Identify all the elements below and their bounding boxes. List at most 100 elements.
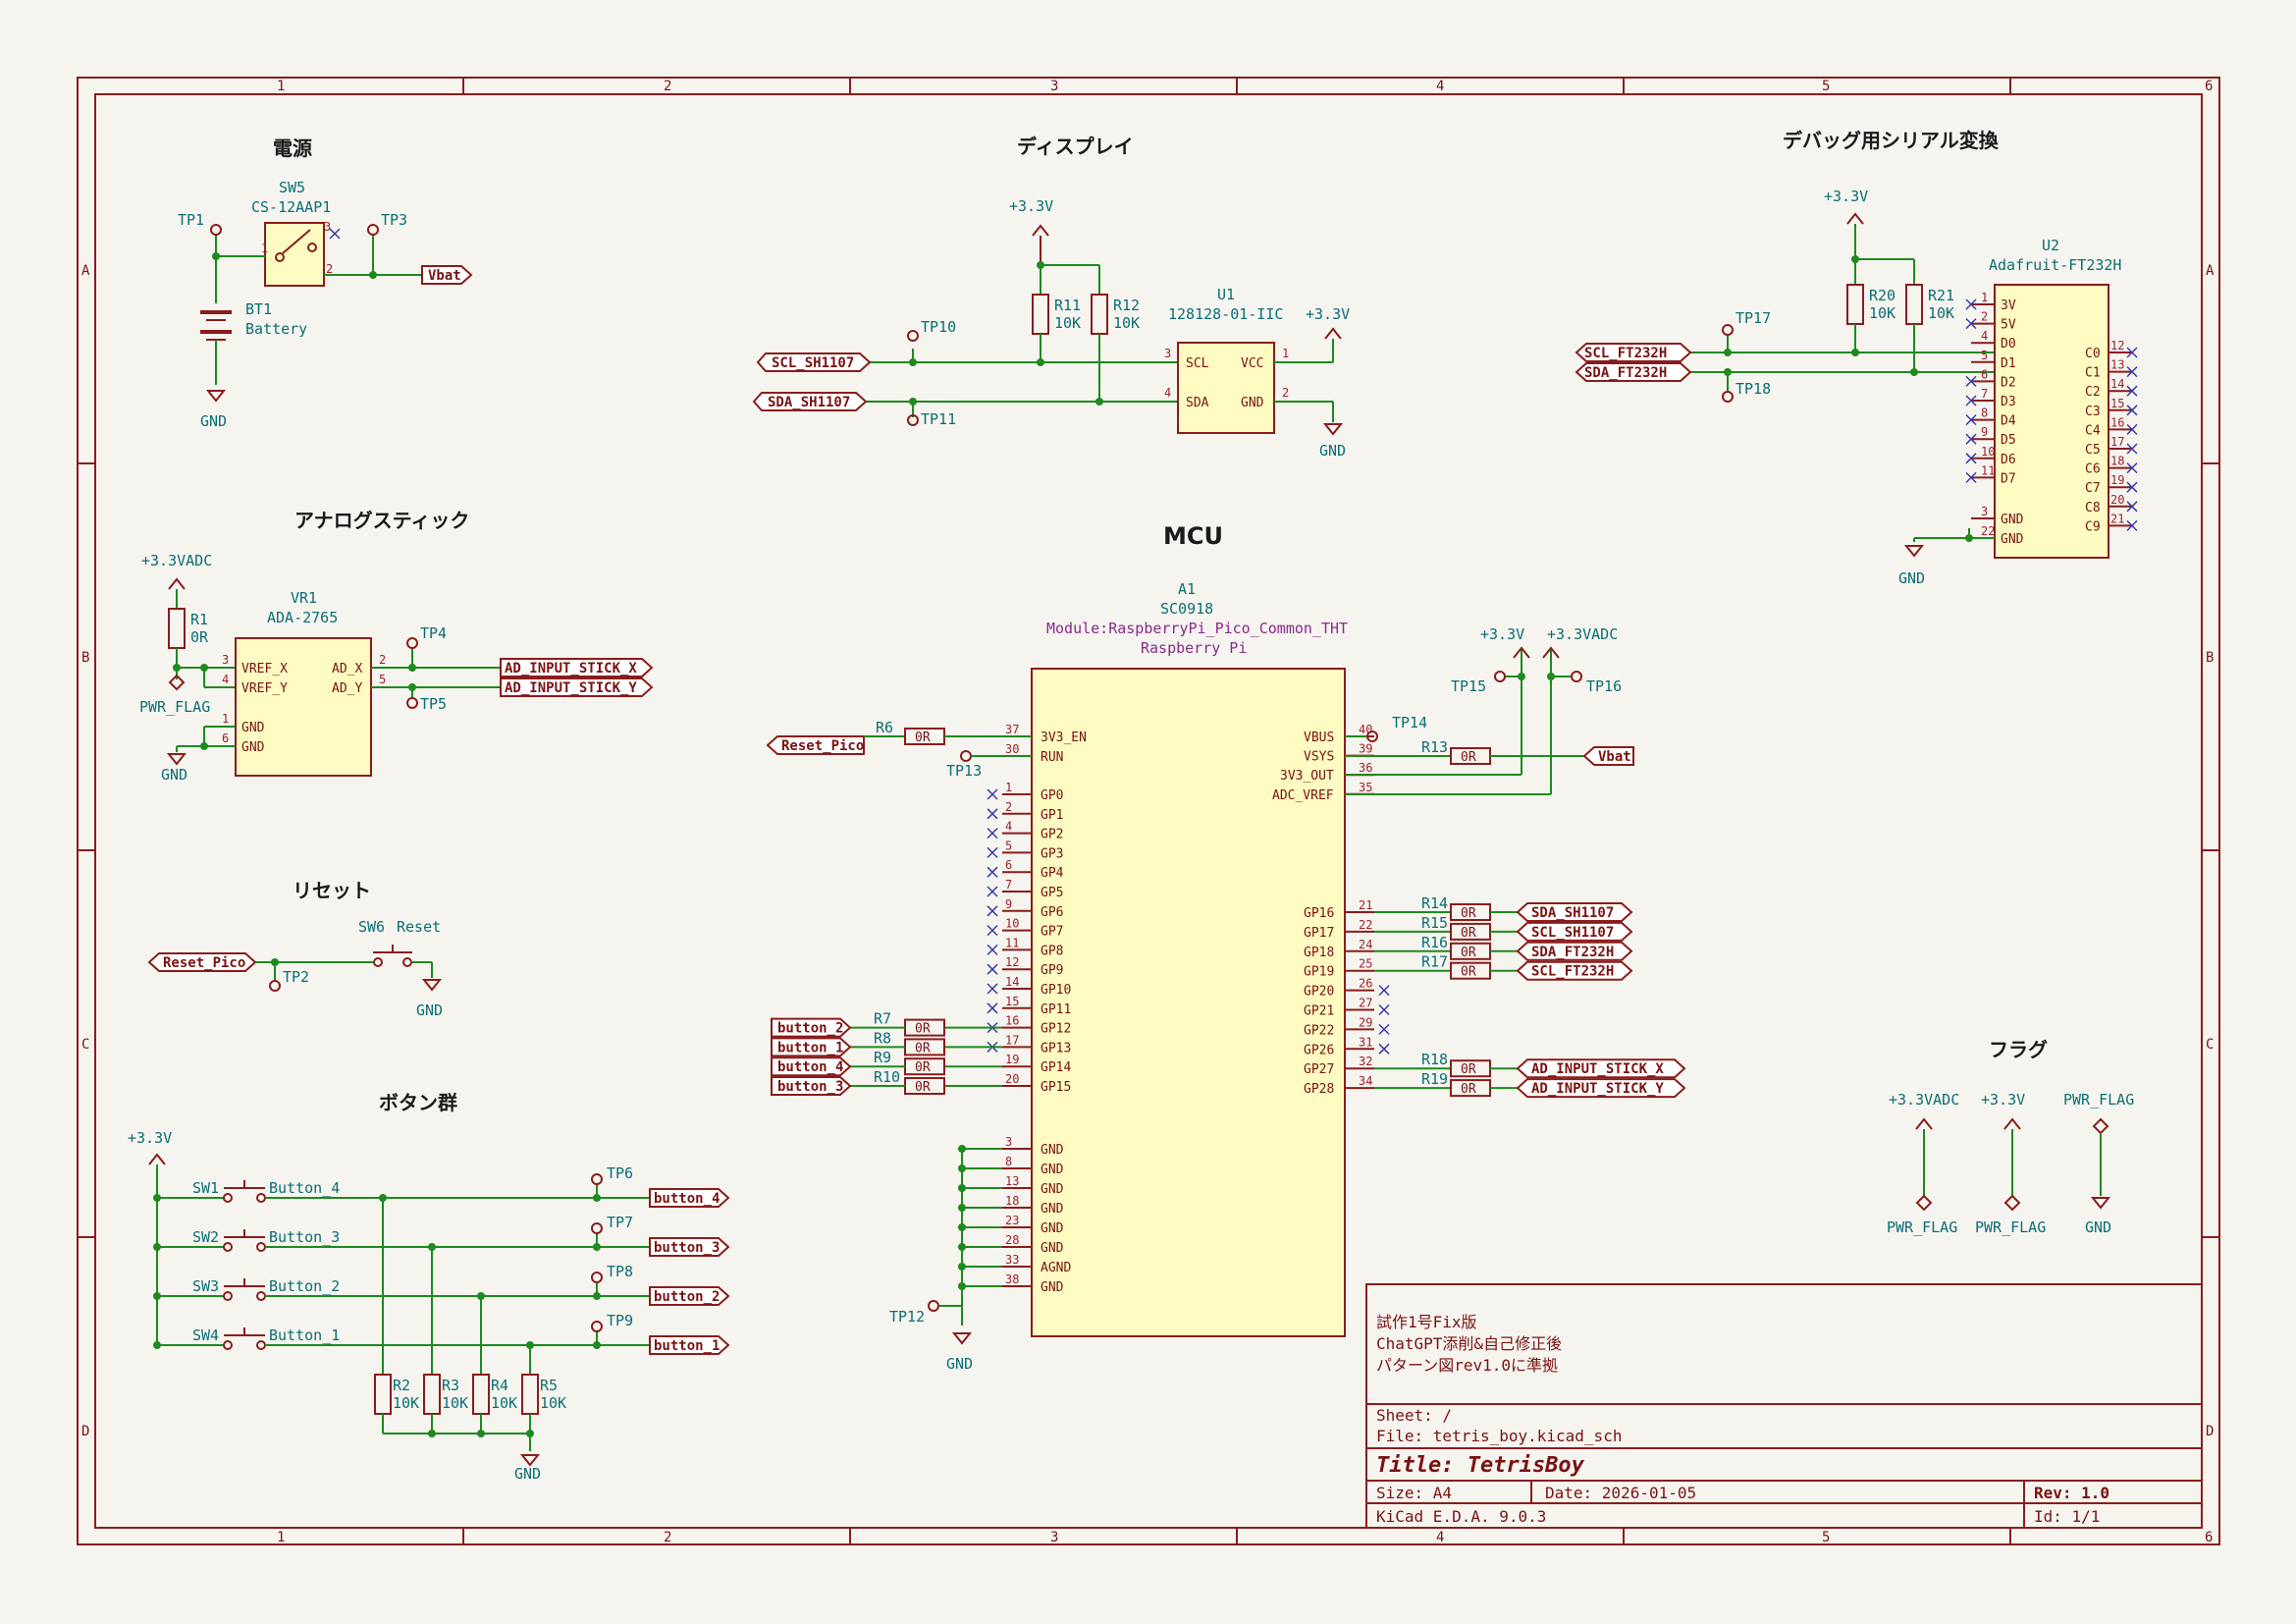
button-resistor-value: 10K	[442, 1394, 468, 1412]
frame-col-5: 5	[1822, 79, 1830, 94]
analog-pwr-label: +3.3VADC	[141, 552, 212, 569]
mcu-left-pin-name: GP5	[1041, 886, 1063, 900]
mcu-no-connect	[987, 983, 998, 995]
button-testpoint-label: TP8	[607, 1263, 633, 1280]
mcu-input-label: button_4	[777, 1059, 843, 1075]
vr1-pin-vref-x: VREF_X	[241, 662, 288, 677]
tp18-marker	[1722, 391, 1734, 403]
u2-right-pin-name: C4	[2085, 423, 2101, 438]
u2-left-pin-num: 2	[1981, 310, 1988, 324]
display-gnd-symbol	[1322, 423, 1344, 436]
mcu-right-pin-num: 39	[1359, 742, 1372, 756]
flag2-bottom: PWR_FLAG	[1975, 1218, 2046, 1236]
u2-right-pin-num: 21	[2110, 512, 2124, 525]
button-testpoint-label: TP6	[607, 1164, 633, 1182]
mcu-left-pin-name: GP12	[1041, 1022, 1071, 1037]
mcu-no-connect	[987, 808, 998, 820]
u2-left-pin-num: 1	[1981, 291, 1988, 304]
ad-y-label: AD_INPUT_STICK_Y	[505, 680, 637, 696]
mcu-output-resistor-ref: R14	[1421, 894, 1448, 912]
mcu-left-pin-num: 28	[1005, 1233, 1019, 1247]
buttons-section: +3.3V SW1 Button_4 TP6 button_4 SW2 Button_3 T…	[128, 1129, 730, 1483]
title-block: 試作1号Fix版 ChatGPT添削&自己修正後 パターン図rev1.0に準拠 …	[1365, 1283, 2203, 1529]
r21-body	[1905, 284, 1923, 325]
button-testpoint	[591, 1173, 603, 1185]
mcu-right-pin-num: 36	[1359, 761, 1372, 775]
u2-right-pin-num: 16	[2110, 415, 2124, 429]
u2-right-pin-name: C5	[2085, 443, 2101, 458]
mcu-left-pin-num: 30	[1005, 742, 1019, 756]
u1-pin-2: 2	[1282, 386, 1289, 400]
u2-right-pin-name: C8	[2085, 501, 2101, 515]
tp12-label: TP12	[889, 1308, 925, 1326]
u2-right-pin-name: C3	[2085, 405, 2101, 419]
tp10-marker	[907, 330, 919, 342]
mcu-left-pin-name: GND	[1041, 1280, 1064, 1295]
r11-value: 10K	[1054, 314, 1081, 332]
tp5-marker	[406, 697, 418, 709]
mcu-left-pin-name: GP7	[1041, 925, 1063, 940]
button-testpoint	[591, 1222, 603, 1234]
mcu-left-pin-name: AGND	[1041, 1261, 1071, 1275]
button-switch-value: Button_2	[269, 1277, 340, 1295]
mcu-right-pin-num: 32	[1359, 1055, 1372, 1068]
button-switch-ref: SW1	[192, 1179, 219, 1197]
mcu-output-resistor-value: 0R	[1461, 1082, 1476, 1097]
a1-value: SC0918	[1160, 600, 1213, 618]
tp5-label: TP5	[420, 695, 447, 713]
vr1-pin-vref-y: VREF_Y	[241, 681, 288, 696]
debug-pwr-label: +3.3V	[1824, 188, 1868, 205]
reset-pico-label: Reset_Pico	[163, 955, 245, 971]
mcu-left-pin-num: 38	[1005, 1272, 1019, 1286]
frame-col-5-bottom: 5	[1822, 1530, 1830, 1545]
frame-col-4-bottom: 4	[1436, 1530, 1444, 1545]
tp18-label: TP18	[1735, 380, 1771, 398]
button-resistor-ref: R5	[540, 1377, 558, 1394]
vr1-pin-gnd1: GND	[241, 721, 265, 735]
r12-body	[1091, 294, 1108, 335]
button-contact	[256, 1340, 266, 1350]
mcu-left-pin-name: GND	[1041, 1182, 1064, 1197]
mcu-left-pin-num: 7	[1005, 878, 1012, 892]
vr1-value: ADA-2765	[267, 609, 338, 626]
u2-left-pin-num: 9	[1981, 425, 1988, 439]
analog-section: +3.3VADC R1 0R PWR_FLAG VR1 ADA-2765 VRE…	[139, 552, 654, 784]
frame-row-d: D	[81, 1424, 89, 1439]
button-label: button_2	[654, 1289, 720, 1305]
tp17-label: TP17	[1735, 309, 1771, 327]
u2-right-pin-num: 18	[2110, 455, 2124, 468]
mcu-right-pin-name: GP26	[1304, 1043, 1334, 1057]
schematic-sheet: 1 2 3 4 5 6 1 2 3 4 5 6 A B C D A B C D …	[77, 77, 2220, 1545]
mcu-right-pin-name: 3V3_OUT	[1280, 769, 1334, 784]
frame-col-1: 1	[277, 79, 285, 94]
mcu-pwr1-label: +3.3V	[1480, 625, 1524, 643]
heading-display: ディスプレイ	[1017, 135, 1134, 158]
junction-dot	[593, 1341, 601, 1349]
vr1-pin-ad-y: AD_Y	[332, 681, 362, 696]
mcu-left-pin-num: 11	[1005, 936, 1019, 949]
mcu-output-resistor-value: 0R	[1461, 1062, 1476, 1077]
vr1-body	[235, 637, 372, 777]
mcu-right-pin-name: ADC_VREF	[1272, 788, 1334, 803]
u2-right-pin-num: 12	[2110, 339, 2124, 352]
button-contact	[256, 1193, 266, 1203]
heading-buttons: ボタン群	[379, 1091, 457, 1114]
r6-value: 0R	[915, 731, 931, 745]
frame-row-a-right: A	[2206, 263, 2215, 279]
mcu-left-pin-num: 4	[1005, 820, 1012, 834]
display-section: +3.3V R11 10K R12 10K TP10 TP11 SCL_SH11…	[752, 197, 1350, 460]
mcu-left-pin-name: GP14	[1041, 1060, 1071, 1075]
r20-value: 10K	[1869, 304, 1896, 322]
mcu-output-resistor-value: 0R	[1461, 906, 1476, 921]
heading-debug: デバッグ用シリアル変換	[1783, 129, 2000, 152]
button-contact	[256, 1291, 266, 1301]
button-switch-value: Button_1	[269, 1326, 340, 1344]
sw5-value: CS-12AAP1	[251, 198, 331, 216]
frame-row-c-right: C	[2206, 1037, 2214, 1053]
sda-ft232h-label: SDA_FT232H	[1584, 365, 1667, 381]
r1-body	[168, 608, 186, 649]
mcu-output-resistor-ref: R16	[1421, 934, 1448, 951]
mcu-right-pin-num: 29	[1359, 1015, 1372, 1029]
u1-ref: U1	[1217, 286, 1235, 303]
mcu-pwr2-label: +3.3VADC	[1547, 625, 1618, 643]
